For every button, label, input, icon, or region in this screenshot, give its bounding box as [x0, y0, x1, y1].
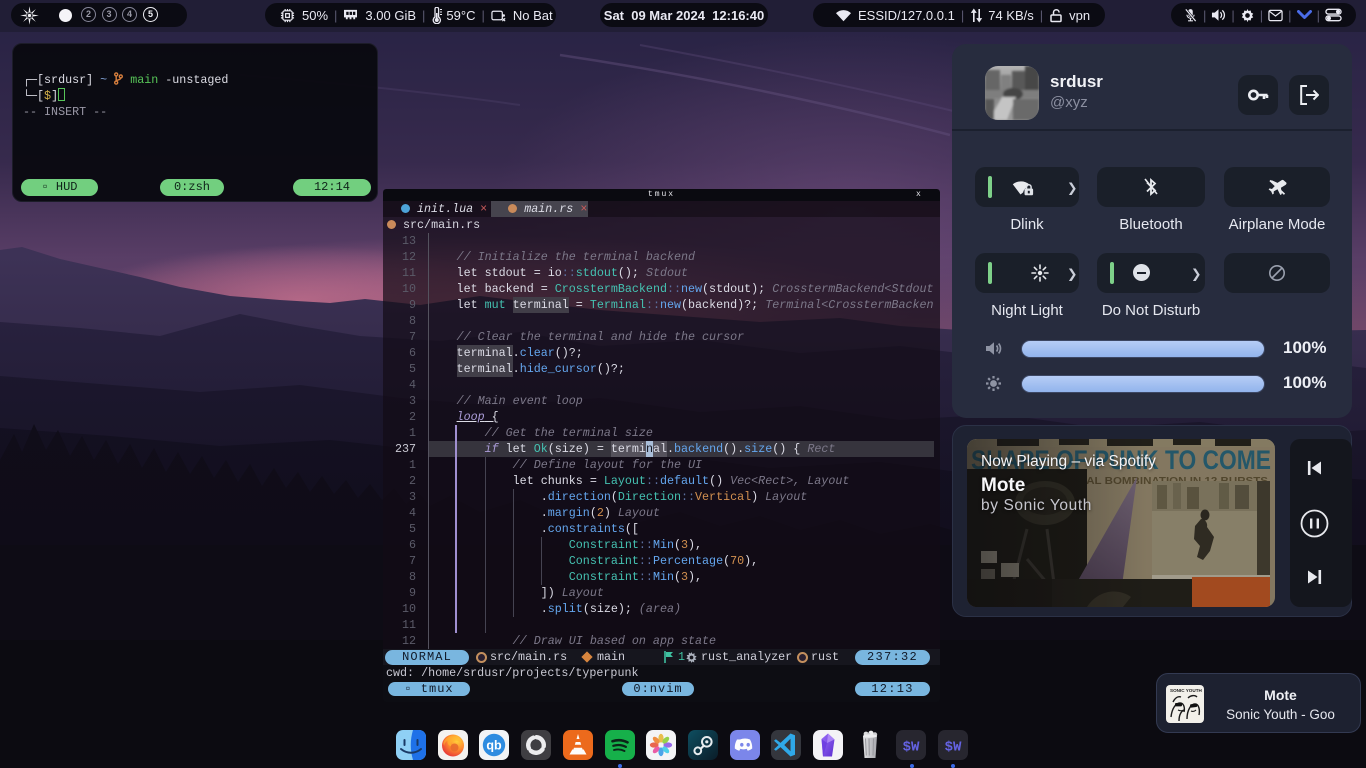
svg-text:$W: $W [945, 740, 962, 756]
svg-text:qb: qb [487, 739, 503, 753]
svg-text:SONIC YOUTH: SONIC YOUTH [1170, 688, 1203, 693]
svg-text:$W: $W [903, 740, 920, 756]
